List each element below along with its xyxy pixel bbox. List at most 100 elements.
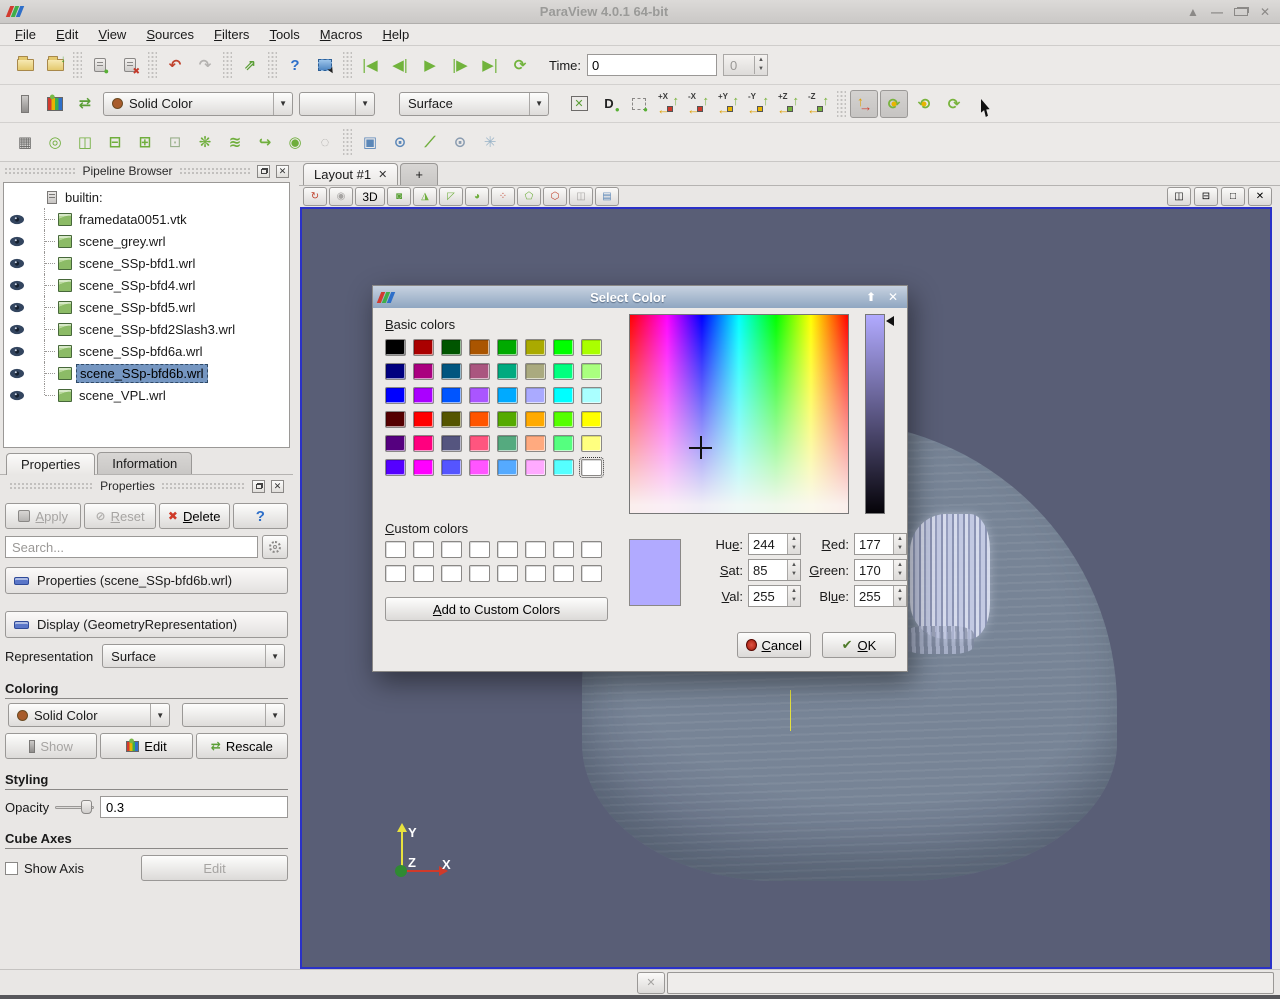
basic-color-swatch[interactable] — [469, 411, 490, 428]
value-indicator-icon[interactable] — [886, 316, 894, 326]
extract-subset-filter-button[interactable]: ⊡ — [161, 128, 189, 156]
basic-color-swatch[interactable] — [581, 339, 602, 356]
show-axis-checkbox[interactable] — [5, 862, 18, 875]
visibility-eye-icon[interactable] — [9, 214, 25, 225]
menu-tools[interactable]: Tools — [260, 25, 308, 44]
time-input[interactable] — [587, 54, 717, 76]
disconnect-server-button[interactable] — [116, 51, 144, 79]
cancel-button[interactable]: Cancel — [737, 632, 811, 658]
pipeline-server-item[interactable]: builtin: — [4, 186, 289, 208]
close-icon[interactable]: ✕ — [1258, 5, 1272, 19]
blue-spinbox[interactable]: 255▲▼ — [854, 585, 907, 607]
basic-color-swatch[interactable] — [441, 459, 462, 476]
basic-color-swatch[interactable] — [553, 459, 574, 476]
set-view-plus-y-button[interactable]: +Y↑← — [715, 90, 743, 118]
opacity-slider[interactable] — [55, 798, 94, 816]
custom-color-swatch[interactable] — [553, 541, 574, 558]
apply-button[interactable]: Apply — [5, 503, 81, 529]
basic-color-swatch[interactable] — [497, 387, 518, 404]
basic-color-swatch[interactable] — [413, 387, 434, 404]
play-button[interactable]: ▶ — [416, 51, 444, 79]
calculator-filter-button[interactable]: ▦ — [11, 128, 39, 156]
color-mode-combo[interactable]: Solid Color ▼ — [103, 92, 293, 116]
value-strip[interactable] — [865, 314, 885, 514]
next-frame-button[interactable]: |▶ — [446, 51, 474, 79]
time-index-spinbox[interactable]: 0 ▲▼ — [723, 54, 768, 76]
basic-color-swatch[interactable] — [385, 459, 406, 476]
capture-view-button[interactable]: ◙ — [387, 187, 411, 206]
custom-color-swatch[interactable] — [581, 541, 602, 558]
basic-color-swatch[interactable] — [581, 411, 602, 428]
extract-group-filter-button[interactable]: ◌ — [311, 128, 339, 156]
toggle-color-legend-button[interactable] — [11, 90, 39, 118]
visibility-eye-icon[interactable] — [9, 390, 25, 401]
set-view-plus-z-button[interactable]: +Z↑← — [775, 90, 803, 118]
plot-over-line-button[interactable]: ⟋ — [416, 128, 444, 156]
visibility-eye-icon[interactable] — [9, 236, 25, 247]
close-panel-icon[interactable]: ✕ — [276, 165, 289, 178]
tab-information[interactable]: Information — [97, 452, 192, 474]
basic-color-swatch[interactable] — [581, 387, 602, 404]
show-center-of-rotation-button[interactable]: ⟳ — [880, 90, 908, 118]
basic-color-swatch[interactable] — [441, 387, 462, 404]
custom-color-swatch[interactable] — [469, 541, 490, 558]
search-input[interactable] — [5, 536, 258, 558]
extract-selection-button[interactable]: ▣ — [356, 128, 384, 156]
basic-color-swatch[interactable] — [553, 435, 574, 452]
dialog-titlebar[interactable]: Select Color ⬆ ✕ — [373, 286, 907, 308]
pipeline-item[interactable]: framedata0051.vtk — [4, 208, 289, 230]
ok-button[interactable]: ✔OK — [822, 632, 896, 658]
basic-color-swatch[interactable] — [441, 339, 462, 356]
display-section-header[interactable]: Display (GeometryRepresentation) — [5, 611, 288, 638]
export-scene-button[interactable]: ⇗ — [236, 51, 264, 79]
set-view-minus-z-button[interactable]: -Z↑← — [805, 90, 833, 118]
warp-by-vector-filter-button[interactable]: ↪ — [251, 128, 279, 156]
close-view-button[interactable]: ✕ — [1248, 187, 1272, 206]
custom-color-swatch[interactable] — [497, 565, 518, 582]
window-titlebar[interactable]: ParaView 4.0.1 64-bit ▲ — ✕ — [0, 0, 1280, 24]
menu-sources[interactable]: Sources — [137, 25, 203, 44]
custom-color-swatch[interactable] — [413, 565, 434, 582]
delete-button[interactable]: ✖Delete — [159, 503, 230, 529]
help-button[interactable]: ? — [233, 503, 288, 529]
select-points-through-button[interactable]: ⁘ — [491, 187, 515, 206]
menu-view[interactable]: View — [89, 25, 135, 44]
reset-camera-button[interactable]: ✕ — [565, 90, 593, 118]
clip-filter-button[interactable]: ◫ — [71, 128, 99, 156]
menu-filters[interactable]: Filters — [205, 25, 258, 44]
basic-color-swatch[interactable] — [497, 363, 518, 380]
pipeline-item[interactable]: scene_SSp-bfd2Slash3.wrl — [4, 318, 289, 340]
loop-button[interactable]: ⟳ — [506, 51, 534, 79]
save-state-button[interactable] — [41, 51, 69, 79]
open-file-button[interactable] — [11, 51, 39, 79]
menu-edit[interactable]: Edit — [47, 25, 87, 44]
color-array-combo[interactable]: ▼ — [299, 92, 375, 116]
basic-color-swatch[interactable] — [385, 435, 406, 452]
stream-tracer-filter-button[interactable]: ≋ — [221, 128, 249, 156]
set-view-minus-x-button[interactable]: -X↑← — [685, 90, 713, 118]
basic-color-swatch[interactable] — [385, 363, 406, 380]
shade-dialog-icon[interactable]: ⬆ — [863, 290, 879, 304]
select-cells-on-button[interactable]: ◮ — [413, 187, 437, 206]
zoom-to-box-button[interactable] — [625, 90, 653, 118]
menu-help[interactable]: Help — [373, 25, 418, 44]
close-tab-icon[interactable]: ✕ — [378, 168, 387, 181]
reset-button[interactable]: ⊘Reset — [84, 503, 155, 529]
maximize-view-button[interactable]: □ — [1221, 187, 1245, 206]
cube-axes-edit-button[interactable]: Edit — [141, 855, 288, 881]
tab-properties[interactable]: Properties — [6, 453, 95, 475]
float-panel-icon[interactable] — [252, 480, 265, 493]
maximize-icon[interactable] — [1234, 5, 1248, 19]
hue-saturation-picker[interactable] — [629, 314, 849, 514]
basic-color-swatch[interactable] — [385, 387, 406, 404]
help-button[interactable]: ? — [281, 51, 309, 79]
plot-selection-over-time-button[interactable]: ⊙ — [386, 128, 414, 156]
basic-color-swatch[interactable] — [497, 459, 518, 476]
pipeline-item[interactable]: scene_grey.wrl — [4, 230, 289, 252]
pipeline-item[interactable]: scene_SSp-bfd5.wrl — [4, 296, 289, 318]
minimize-icon[interactable]: — — [1210, 5, 1224, 19]
threshold-filter-button[interactable]: ⊞ — [131, 128, 159, 156]
custom-color-swatch[interactable] — [385, 565, 406, 582]
basic-color-swatch[interactable] — [469, 387, 490, 404]
rubber-band-select-button[interactable] — [311, 51, 339, 79]
